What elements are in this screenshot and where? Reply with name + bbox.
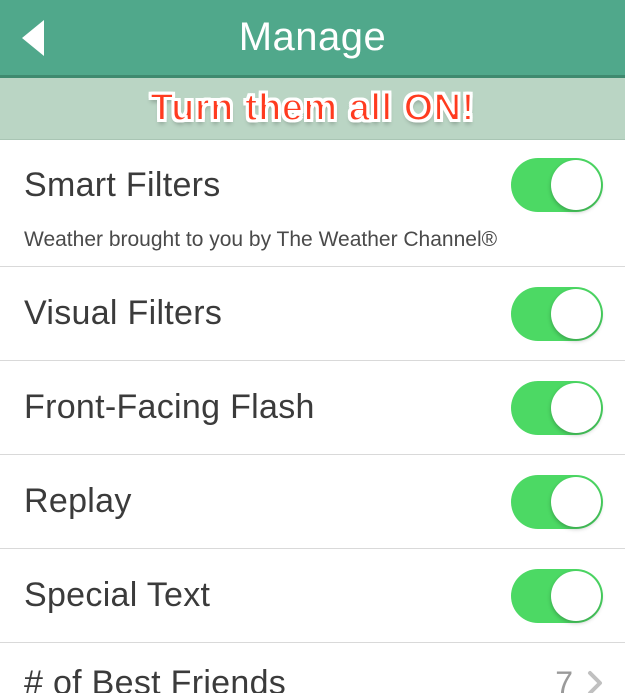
nav-title: Manage: [239, 15, 387, 60]
settings-list: Smart Filters Weather brought to you by …: [0, 140, 625, 693]
row-label: # of Best Friends: [24, 664, 286, 693]
row-label: Special Text: [24, 576, 210, 615]
toggle-visual-filters[interactable]: [511, 287, 603, 341]
back-button[interactable]: [18, 18, 46, 58]
row-front-facing-flash[interactable]: Front-Facing Flash: [0, 361, 625, 455]
toggle-special-text[interactable]: [511, 569, 603, 623]
chevron-right-icon: [587, 670, 603, 693]
toggle-front-facing-flash[interactable]: [511, 381, 603, 435]
instruction-text: Turn them all ON!: [150, 87, 474, 130]
row-visual-filters[interactable]: Visual Filters: [0, 267, 625, 361]
row-label: Visual Filters: [24, 294, 222, 333]
back-triangle-icon: [18, 18, 46, 58]
row-label: Replay: [24, 482, 132, 521]
toggle-knob: [551, 289, 601, 339]
row-replay[interactable]: Replay: [0, 455, 625, 549]
row-label: Smart Filters: [24, 166, 221, 205]
navbar: Manage: [0, 0, 625, 78]
row-best-friends[interactable]: # of Best Friends 7: [0, 643, 625, 693]
row-label: Front-Facing Flash: [24, 388, 315, 427]
instruction-banner: Turn them all ON!: [0, 78, 625, 140]
toggle-knob: [551, 571, 601, 621]
row-smart-filters[interactable]: Smart Filters Weather brought to you by …: [0, 140, 625, 267]
row-subtext: Weather brought to you by The Weather Ch…: [24, 228, 603, 252]
toggle-knob: [551, 160, 601, 210]
toggle-replay[interactable]: [511, 475, 603, 529]
row-value-wrap: 7: [555, 665, 603, 693]
row-value: 7: [555, 665, 573, 693]
row-special-text[interactable]: Special Text: [0, 549, 625, 643]
toggle-smart-filters[interactable]: [511, 158, 603, 212]
toggle-knob: [551, 383, 601, 433]
toggle-knob: [551, 477, 601, 527]
